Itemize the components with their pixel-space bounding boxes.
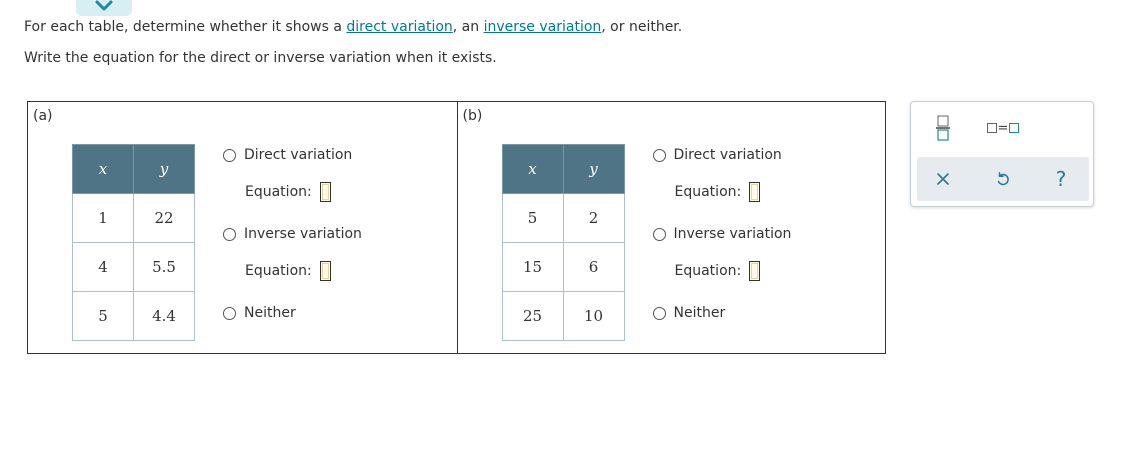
- table-row: 4 5.5: [72, 242, 195, 292]
- table-cell: 4.4: [133, 291, 195, 341]
- inverse-equation-input[interactable]: [749, 261, 761, 281]
- inverse-equation-row: Equation:: [675, 261, 761, 281]
- math-toolbar: = ?: [910, 101, 1094, 207]
- radio-button[interactable]: [652, 306, 666, 320]
- table-cell: 22: [133, 193, 195, 243]
- undo-button[interactable]: [987, 165, 1019, 193]
- radio-button[interactable]: [223, 148, 236, 162]
- collapse-toggle-button[interactable]: [76, 0, 132, 16]
- panel-b: (b) x y 5 2 15 6 25 10 Direct variation: [456, 102, 886, 353]
- data-table: x y 5 2 15 6 25 10: [501, 144, 625, 341]
- table-cell: 10: [562, 291, 625, 341]
- help-button[interactable]: ?: [1045, 165, 1077, 193]
- direct-equation-input[interactable]: [319, 182, 331, 202]
- inverse-variation-option[interactable]: Inverse variation: [652, 226, 792, 242]
- inverse-variation-link[interactable]: inverse variation: [484, 19, 602, 35]
- table-cell: 2: [562, 193, 625, 243]
- table-row: 15 6: [501, 242, 625, 292]
- data-table: x y 1 22 4 5.5 5 4.4: [72, 144, 195, 341]
- radio-button[interactable]: [652, 148, 666, 162]
- table-row: 1 22: [72, 193, 195, 243]
- inverse-variation-option[interactable]: Inverse variation: [223, 226, 362, 242]
- direct-variation-option[interactable]: Direct variation: [223, 147, 352, 163]
- option-label: Neither: [673, 305, 726, 321]
- table-cell: 4: [72, 242, 134, 292]
- option-label: Neither: [244, 305, 296, 321]
- column-header-x: x: [501, 144, 564, 194]
- neither-option[interactable]: Neither: [652, 305, 726, 321]
- option-label: Inverse variation: [673, 226, 792, 242]
- column-header-y: y: [133, 144, 195, 194]
- inverse-equation-input[interactable]: [319, 261, 331, 281]
- direct-variation-link[interactable]: direct variation: [346, 19, 452, 35]
- equation-label: Equation:: [245, 184, 312, 200]
- table-cell: 5: [501, 193, 564, 243]
- clear-button[interactable]: [927, 165, 959, 193]
- direct-variation-option[interactable]: Direct variation: [652, 147, 782, 163]
- undo-icon: [997, 172, 1009, 186]
- table-cell: 5: [72, 291, 134, 341]
- radio-button[interactable]: [223, 227, 236, 241]
- instruction-text: For each table, determine whether it sho…: [24, 19, 347, 35]
- inverse-equation-row: Equation:: [245, 261, 331, 281]
- panel-a: (a) x y 1 22 4 5.5 5 4.4 Direct variatio…: [28, 102, 457, 353]
- panel-label: (b): [462, 108, 483, 124]
- chevron-down-icon: [95, 0, 113, 11]
- table-cell: 1: [72, 193, 134, 243]
- direct-equation-row: Equation:: [245, 182, 331, 202]
- instructions: For each table, determine whether it sho…: [24, 19, 682, 66]
- column-header-x: x: [72, 144, 134, 194]
- column-header-y: y: [562, 144, 625, 194]
- radio-button[interactable]: [223, 306, 236, 320]
- radio-button[interactable]: [652, 227, 666, 241]
- panel-label: (a): [33, 108, 53, 124]
- table-row: 5 2: [501, 193, 625, 243]
- table-header-row: x y: [501, 144, 625, 194]
- equation-label: Equation:: [674, 184, 742, 200]
- instruction-text: , an: [452, 19, 484, 35]
- neither-option[interactable]: Neither: [223, 305, 296, 321]
- equation-label: Equation:: [674, 263, 742, 279]
- option-label: Inverse variation: [244, 226, 362, 242]
- equation-template-button[interactable]: =: [981, 116, 1025, 140]
- direct-equation-input[interactable]: [749, 182, 761, 202]
- table-cell: 6: [562, 242, 625, 292]
- fraction-icon: [936, 115, 950, 141]
- instruction-line-2: Write the equation for the direct or inv…: [24, 50, 497, 66]
- action-strip: ?: [917, 157, 1089, 201]
- table-row: 5 4.4: [72, 291, 195, 341]
- table-row: 25 10: [501, 291, 625, 341]
- fraction-button[interactable]: [931, 112, 955, 144]
- equation-icon: =: [986, 120, 1020, 136]
- problem-box: (a) x y 1 22 4 5.5 5 4.4 Direct variatio…: [27, 101, 886, 354]
- option-label: Direct variation: [244, 147, 353, 163]
- table-header-row: x y: [72, 144, 195, 194]
- instruction-line-1: For each table, determine whether it sho…: [24, 19, 682, 35]
- direct-equation-row: Equation:: [675, 182, 761, 202]
- instruction-text: , or neither.: [601, 19, 683, 35]
- help-icon: ?: [1055, 167, 1067, 191]
- close-icon: [937, 173, 949, 185]
- option-label: Direct variation: [673, 147, 782, 163]
- table-cell: 15: [501, 242, 564, 292]
- equals-glyph: =: [997, 120, 1009, 136]
- table-cell: 25: [501, 291, 564, 341]
- equation-label: Equation:: [245, 263, 312, 279]
- table-cell: 5.5: [133, 242, 195, 292]
